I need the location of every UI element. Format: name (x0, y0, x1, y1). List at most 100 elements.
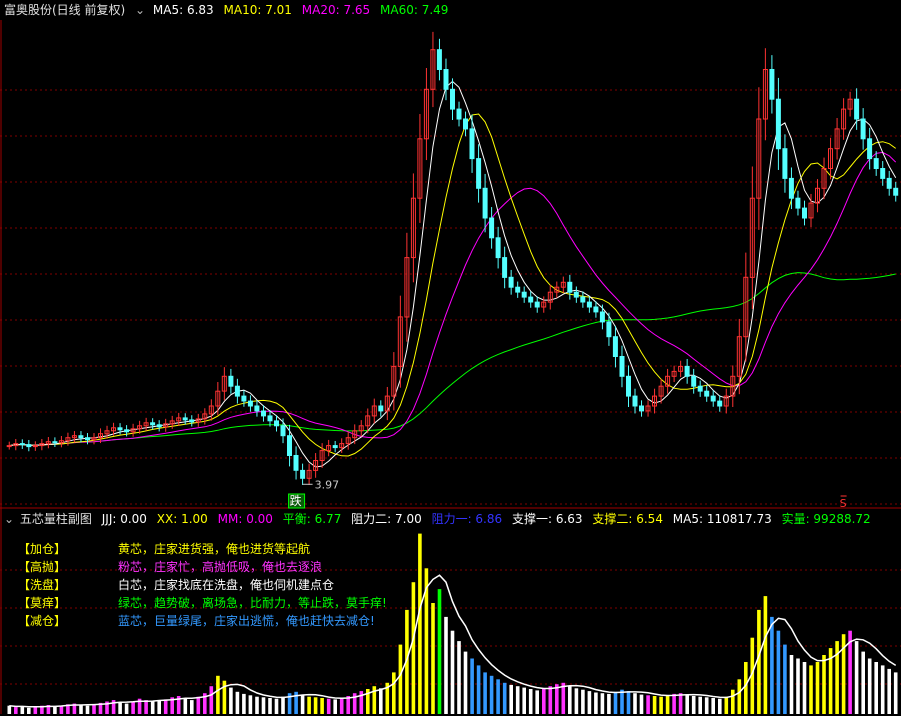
volume-bar (85, 705, 90, 714)
candle-body (717, 400, 723, 407)
volume-bar (124, 703, 129, 714)
volume-bar (770, 616, 774, 714)
volume-bar (639, 694, 644, 714)
volume-bar (763, 596, 768, 714)
die-badge: 跌 (290, 493, 302, 508)
volume-bar (659, 696, 663, 714)
candle-body (495, 237, 501, 259)
legend-text: 粉芯，庄家忙，高抛低吸，俺也去逐浪 (118, 560, 323, 574)
volume-bar (118, 702, 122, 714)
volume-bar (248, 695, 253, 714)
volume-bar (515, 686, 520, 714)
volume-bar (437, 589, 442, 714)
volume-bar (502, 682, 507, 714)
volume-bar (183, 698, 188, 714)
volume-bar (411, 582, 416, 714)
candle-body (150, 422, 156, 426)
candle-body (567, 281, 573, 293)
volume-bar (718, 698, 722, 714)
candle-body (182, 417, 188, 421)
legend-row: 【莫痒】 绿芯，趋势破，离场急，比耐力，等止跌，莫手痒! (18, 594, 387, 611)
legend-text: 绿芯，趋势破，离场急，比耐力，等止跌，莫手痒! (118, 596, 387, 610)
candle-body (795, 197, 801, 209)
volume-bar (652, 696, 657, 714)
candle-body (85, 437, 90, 441)
volume-bar (274, 698, 279, 714)
volume-bar (268, 698, 272, 714)
ma10-line (9, 113, 896, 457)
candle-body (775, 98, 781, 150)
volume-bar (431, 603, 435, 714)
volume-bar (776, 630, 781, 714)
volume-bar (463, 651, 468, 714)
candle-body (508, 276, 514, 288)
candle-body (378, 405, 384, 412)
volume-bar (326, 698, 331, 714)
volume-bar (835, 641, 839, 714)
volume-bar (887, 668, 891, 714)
candle-body (593, 306, 599, 313)
candle-body (254, 405, 260, 412)
volume-bar (893, 672, 898, 714)
candle-body (710, 395, 716, 402)
volume-bar (626, 691, 631, 714)
volume-bar (53, 706, 57, 714)
candle-body (639, 405, 644, 412)
ma20-line (9, 151, 897, 447)
volume-bar (59, 705, 64, 714)
candle-body (32, 445, 38, 448)
volume-bar (574, 688, 579, 714)
candle-body (19, 443, 25, 446)
moving-average-lines (9, 80, 897, 468)
candle-body (854, 98, 860, 120)
volume-bar (633, 693, 637, 714)
volume-bar (313, 697, 318, 714)
volume-bar (874, 662, 878, 714)
volume-bar (379, 688, 383, 714)
volume-bar (620, 689, 624, 714)
candle-body (632, 395, 638, 407)
legend-tag: 【莫痒】 (18, 596, 67, 610)
volume-bar (509, 684, 513, 714)
volume-bar (27, 707, 31, 714)
volume-bar (489, 675, 494, 714)
legend-text: 黄芯，庄家进货强，俺也进货等起航 (118, 542, 311, 556)
legend-tag: 【加仓】 (18, 542, 67, 556)
volume-bar (144, 700, 148, 714)
volume-bar (261, 697, 266, 714)
volume-bar (867, 658, 872, 714)
candle-body (521, 291, 527, 298)
candle-body (78, 435, 84, 439)
candle-body (586, 301, 592, 308)
candle-body (274, 420, 279, 427)
volume-bar (789, 655, 794, 714)
volume-bar (548, 686, 553, 714)
volume-bar (822, 655, 826, 714)
candle-body (691, 375, 697, 387)
candle-body (880, 168, 886, 179)
volume-bar (33, 707, 38, 714)
candle-body (867, 138, 873, 160)
candle-body (117, 427, 123, 431)
volume-bar (131, 701, 135, 714)
low-price-label: 3.97 (315, 478, 340, 491)
volume-bar (581, 689, 585, 714)
volume-bar (281, 696, 285, 714)
legend-row: 【减仓】 蓝芯，巨量绿尾，庄家出逃慌，俺也赶快去减仓! (18, 612, 375, 629)
volume-bar (79, 705, 83, 714)
volume-bar (235, 691, 240, 714)
volume-bar (861, 651, 865, 714)
volume-bar (450, 630, 455, 714)
sell-marker: S (840, 497, 847, 510)
candle-body (482, 187, 488, 219)
candlesticks (6, 31, 899, 486)
candle-body (860, 118, 866, 140)
volume-bar (880, 665, 885, 714)
candle-body (769, 69, 775, 100)
volume-bar (802, 662, 807, 714)
candle-body (515, 286, 521, 293)
volume-bar (522, 687, 526, 714)
candle-body (684, 365, 690, 377)
volume-bar (600, 693, 605, 714)
annotations: 3.97 跌 S (288, 478, 847, 510)
